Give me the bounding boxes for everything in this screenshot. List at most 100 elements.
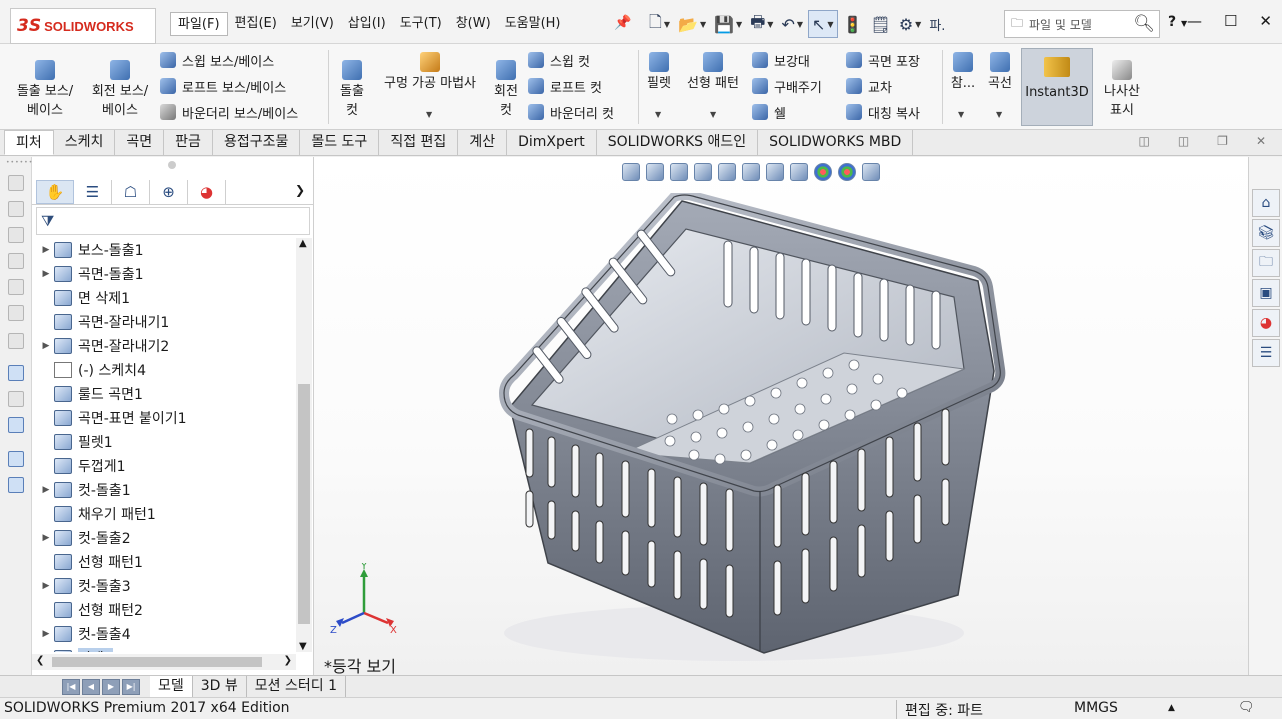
rib-button[interactable]: 보강대 [752, 48, 810, 72]
next-tab-icon[interactable]: ▶ [102, 678, 120, 695]
previous-view-icon[interactable] [670, 163, 688, 181]
tab-sketch[interactable]: 스케치 [54, 130, 116, 155]
file-explorer-icon[interactable]: 🗀 [1252, 249, 1280, 277]
more-tabs-chevron-icon[interactable]: ❯ [295, 183, 305, 197]
tile-left-icon[interactable]: ◫ [1138, 134, 1149, 148]
restore-icon[interactable]: ❐ [1217, 134, 1228, 148]
maximize-icon[interactable]: ☐ [1224, 12, 1237, 30]
extruded-cut-button[interactable]: 돌출 컷 [336, 60, 368, 120]
tab-features[interactable]: 피처 [4, 130, 54, 155]
edit-appearance-icon[interactable] [814, 163, 832, 181]
close-icon[interactable]: ✕ [1259, 12, 1272, 30]
search-icon[interactable]: 🔍︎ [1133, 14, 1155, 34]
tab-evaluate[interactable]: 계산 [458, 130, 508, 155]
tree-item[interactable]: 필렛1 [32, 430, 296, 454]
instant3d-button[interactable]: Instant3D [1021, 48, 1093, 126]
boundary-cut-button[interactable]: 바운더리 컷 [528, 100, 614, 124]
dynamic-annotation-icon[interactable] [718, 163, 736, 181]
curves-button[interactable]: 곡선 [984, 52, 1016, 93]
tree-item[interactable]: ▶ 컷-돌출2 [32, 526, 296, 550]
boundary-boss-button[interactable]: 바운더리 보스/베이스 [160, 100, 298, 124]
feature-tree-tab-icon[interactable]: ✋ [36, 179, 74, 204]
tree-horizontal-scrollbar[interactable]: ❮ ❯ [32, 654, 296, 670]
tree-item[interactable]: 곡면-잘라내기1 [32, 310, 296, 334]
rebuild-traffic-light-icon[interactable]: 🚦 [840, 10, 866, 38]
draft-button[interactable]: 구배주기 [752, 74, 822, 98]
tool-5-icon[interactable] [8, 279, 24, 295]
search-input[interactable]: 파일 및 모델 [1029, 16, 1092, 33]
tab-sheet-metal[interactable]: 판금 [164, 130, 213, 155]
view-orientation-icon[interactable] [742, 163, 760, 181]
menu-window[interactable]: 창(W) [449, 12, 498, 36]
dimxpert-manager-tab-icon[interactable]: ⊕ [150, 179, 188, 204]
solidworks-resources-icon[interactable]: ⌂ [1252, 189, 1280, 217]
help-button[interactable]: ? ▼ [1168, 14, 1187, 30]
design-library-icon[interactable]: 📚︎ [1252, 219, 1280, 247]
scroll-down-icon[interactable]: ▼ [299, 641, 307, 652]
quick-tips-icon[interactable]: 🗨︎ [1238, 700, 1255, 715]
wrap-button[interactable]: 곡면 포장 [846, 48, 920, 72]
apply-scene-icon[interactable] [838, 163, 856, 181]
property-manager-tab-icon[interactable]: ☰ [74, 179, 112, 204]
menu-edit[interactable]: 편집(E) [228, 12, 284, 36]
tab-motion-study-1[interactable]: 모션 스터디 1 [247, 676, 347, 698]
paste-tool-icon[interactable] [8, 477, 24, 493]
tool-2-icon[interactable] [8, 201, 24, 217]
basket-model[interactable] [474, 193, 1014, 663]
solidworks-logo[interactable]: 3S SOLIDWORKS [10, 8, 156, 44]
hole-wizard-button[interactable]: 구멍 가공 마법사 [374, 52, 486, 93]
open-folder-icon[interactable]: 📂 ▼ [675, 10, 709, 38]
tool-3-icon[interactable] [8, 227, 24, 243]
tool-6-icon[interactable] [8, 305, 24, 321]
hide-show-items-icon[interactable] [790, 163, 808, 181]
tree-vertical-scrollbar[interactable]: ▲ ▼ [296, 238, 312, 652]
curves-dropdown-icon[interactable]: ▼ [996, 110, 1002, 119]
menu-view[interactable]: 보기(V) [284, 12, 341, 36]
tab-3d-views[interactable]: 3D 뷰 [193, 676, 247, 698]
extruded-boss-button[interactable]: 돌출 보스/베이스 [10, 60, 80, 120]
tab-solidworks-mbd[interactable]: SOLIDWORKS MBD [758, 130, 914, 155]
cosmetic-thread-button[interactable]: 나사산 표시 [1098, 60, 1146, 120]
tree-item[interactable]: ▶ 보스-돌출1 [32, 238, 296, 262]
intersect-button[interactable]: 교차 [846, 74, 892, 98]
options-gear-icon[interactable]: ⚙ ▼ [896, 10, 925, 38]
view-settings-icon[interactable] [862, 163, 880, 181]
graphics-area[interactable]: Y X Z *등각 보기 [314, 157, 1248, 675]
tab-dimxpert[interactable]: DimXpert [507, 130, 597, 155]
mirror-button[interactable]: 대칭 복사 [846, 100, 920, 124]
revolved-cut-button[interactable]: 회전 컷 [490, 60, 522, 120]
lofted-boss-button[interactable]: 로프트 보스/베이스 [160, 74, 286, 98]
swept-boss-button[interactable]: 스윕 보스/베이스 [160, 48, 274, 72]
shell-button[interactable]: 쉘 [752, 100, 786, 124]
undo-icon[interactable]: ↶ ▼ [778, 10, 806, 38]
tool-1-icon[interactable] [8, 175, 24, 191]
scroll-up-icon[interactable]: ▲ [299, 238, 307, 249]
revolved-boss-button[interactable]: 회전 보스/베이스 [86, 60, 154, 120]
display-style-icon[interactable] [766, 163, 784, 181]
expand-arrow-icon[interactable]: ▶ [32, 581, 54, 591]
search-box[interactable]: 🗀 파일 및 모델 🔍︎ [1004, 10, 1160, 38]
tool-9-icon[interactable] [8, 391, 24, 407]
tree-item[interactable]: (-) 스케치4 [32, 358, 296, 382]
h-scroll-thumb[interactable] [52, 657, 262, 667]
tree-item[interactable]: ▶ 컷-돌출4 [32, 622, 296, 646]
tree-item[interactable]: ▶ 컷-돌출1 [32, 478, 296, 502]
panel-grip-icon[interactable] [168, 161, 176, 169]
quick-truncated-label[interactable]: 파. [926, 10, 948, 38]
expand-arrow-icon[interactable]: ▶ [32, 629, 54, 639]
minimize-icon[interactable]: — [1187, 12, 1202, 30]
tree-item[interactable]: ▶ 컷-돌출3 [32, 574, 296, 598]
tree-item[interactable]: 두껍게1 [32, 454, 296, 478]
first-tab-icon[interactable]: |◀ [62, 678, 80, 695]
scroll-left-icon[interactable]: ❮ [36, 655, 44, 666]
expand-arrow-icon[interactable]: ▶ [32, 269, 54, 279]
doc-close-icon[interactable]: ✕ [1256, 134, 1266, 148]
select-pointer-icon[interactable]: ↖ ▼ [808, 10, 838, 38]
menu-tools[interactable]: 도구(T) [393, 12, 449, 36]
expand-arrow-icon[interactable]: ▶ [32, 485, 54, 495]
custom-properties-icon[interactable]: ☰ [1252, 339, 1280, 367]
tool-4-icon[interactable] [8, 253, 24, 269]
appearances-icon[interactable]: ◕ [1252, 309, 1280, 337]
reference-geometry-button[interactable]: 참... [948, 52, 978, 93]
tree-item[interactable]: 필렛2 [32, 646, 296, 652]
